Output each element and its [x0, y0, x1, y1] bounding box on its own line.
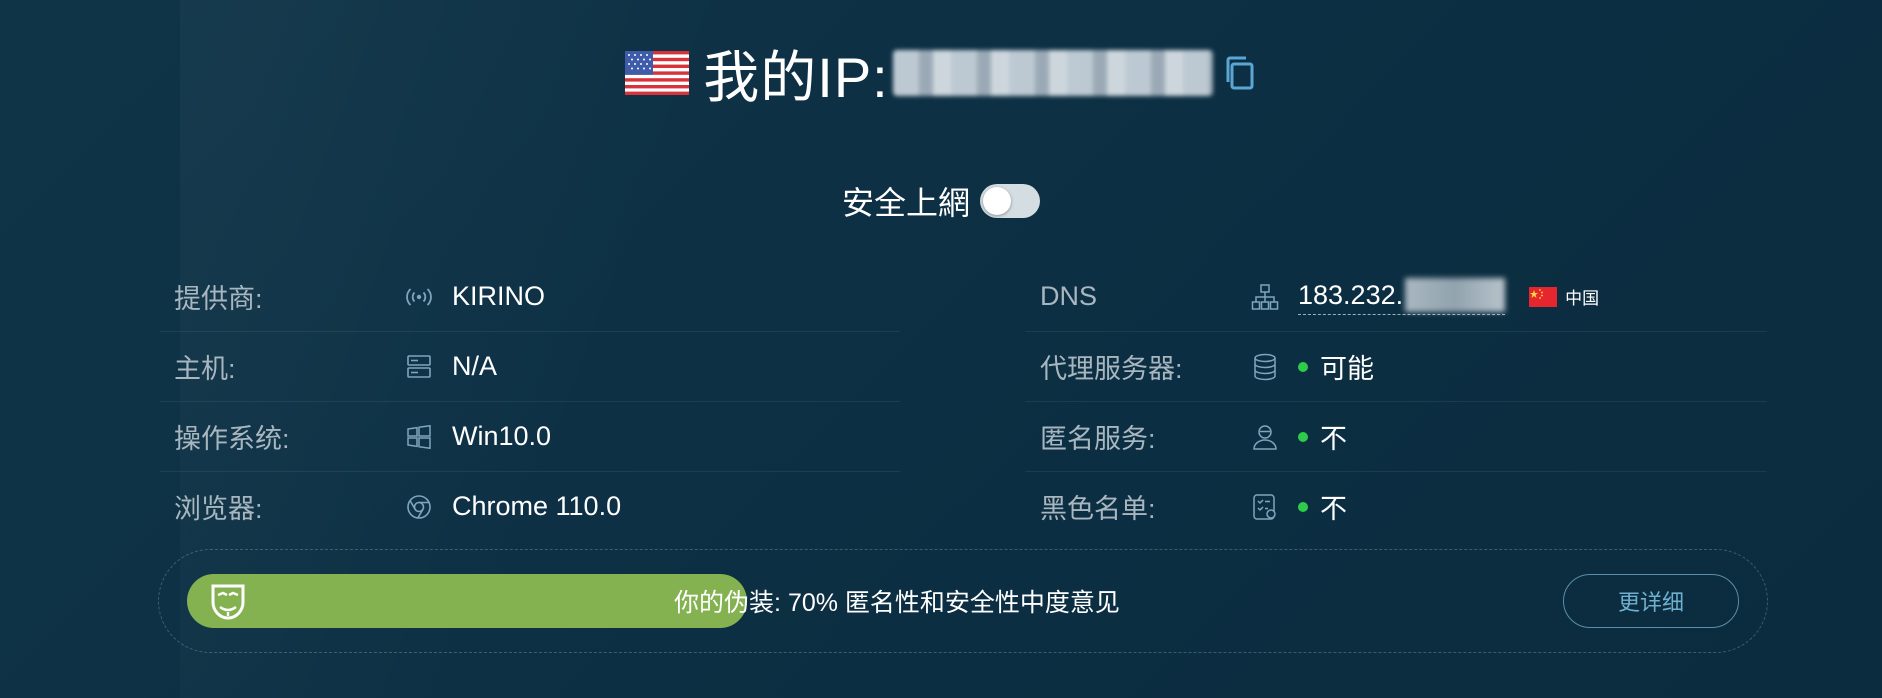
info-row-proxy: 代理服务器: 可能 [1025, 332, 1767, 402]
proxy-value: 可能 [1320, 354, 1374, 384]
os-label: 操作系统: [174, 424, 290, 454]
copy-icon[interactable] [1223, 54, 1257, 92]
dns-ip-prefix: 183.232. [1298, 279, 1404, 310]
provider-label: 提供商: [174, 284, 263, 314]
info-row-os: 操作系统: Win10.0 [160, 402, 900, 472]
right-info-column: DNS 183.232. 中国 代理服务器: 可能 匿名服务: 不 黑色名单: … [1025, 262, 1767, 541]
server-icon [404, 352, 434, 382]
chrome-icon [404, 492, 434, 522]
disguise-panel: 你的伪装: 70% 匿名性和安全性中度意见 更详细 [158, 549, 1768, 653]
info-row-browser: 浏览器: Chrome 110.0 [160, 472, 900, 541]
us-flag-icon [625, 51, 690, 95]
toggle-knob [983, 187, 1011, 215]
host-value: N/A [452, 351, 498, 381]
info-row-host: 主机: N/A [160, 332, 900, 402]
browser-label: 浏览器: [174, 494, 263, 524]
info-row-blacklist: 黑色名单: 不 [1025, 472, 1767, 541]
browser-value: Chrome 110.0 [452, 491, 622, 521]
info-row-anonymity: 匿名服务: 不 [1025, 402, 1767, 472]
dns-ip-redacted [1405, 278, 1506, 312]
info-row-provider: 提供商: KIRINO [160, 262, 900, 332]
database-icon [1250, 352, 1280, 382]
secure-browsing-label: 安全上網 [841, 185, 970, 221]
blacklist-value: 不 [1320, 494, 1347, 524]
network-icon [1250, 282, 1280, 312]
ip-address-redacted [892, 50, 1213, 96]
blacklist-label: 黑色名单: [1040, 494, 1156, 524]
cn-flag-icon [1529, 286, 1558, 307]
status-dot [1298, 501, 1308, 512]
anonymity-label: 匿名服务: [1040, 424, 1156, 454]
status-dot [1298, 431, 1308, 442]
dns-label: DNS [1040, 281, 1098, 311]
disguise-text: 你的伪装: 70% 匿名性和安全性中度意见 [674, 589, 1120, 617]
dns-value[interactable]: 183.232. [1298, 278, 1506, 315]
provider-value: KIRINO [452, 281, 546, 311]
windows-icon [404, 422, 434, 452]
ip-header: 我的IP: [0, 38, 1882, 109]
secure-browsing-row: 安全上網 [0, 178, 1882, 224]
os-value: Win10.0 [452, 421, 552, 451]
status-dot [1298, 361, 1308, 372]
ip-title: 我的IP: [703, 45, 889, 109]
proxy-label: 代理服务器: [1040, 354, 1183, 384]
signal-icon [404, 282, 434, 312]
checklist-icon [1250, 492, 1280, 522]
user-icon [1250, 422, 1280, 452]
host-label: 主机: [174, 354, 236, 384]
anonymity-value: 不 [1320, 424, 1347, 454]
disguise-progress: 你的伪装: 70% 匿名性和安全性中度意见 [187, 574, 1357, 628]
secure-browsing-toggle[interactable] [980, 184, 1040, 218]
info-row-dns: DNS 183.232. 中国 [1025, 262, 1767, 332]
more-details-button[interactable]: 更详细 [1563, 574, 1739, 628]
left-info-column: 提供商: KIRINO 主机: N/A 操作系统: Win10.0 浏览器: C… [160, 262, 900, 541]
dns-country: 中国 [1565, 289, 1600, 308]
